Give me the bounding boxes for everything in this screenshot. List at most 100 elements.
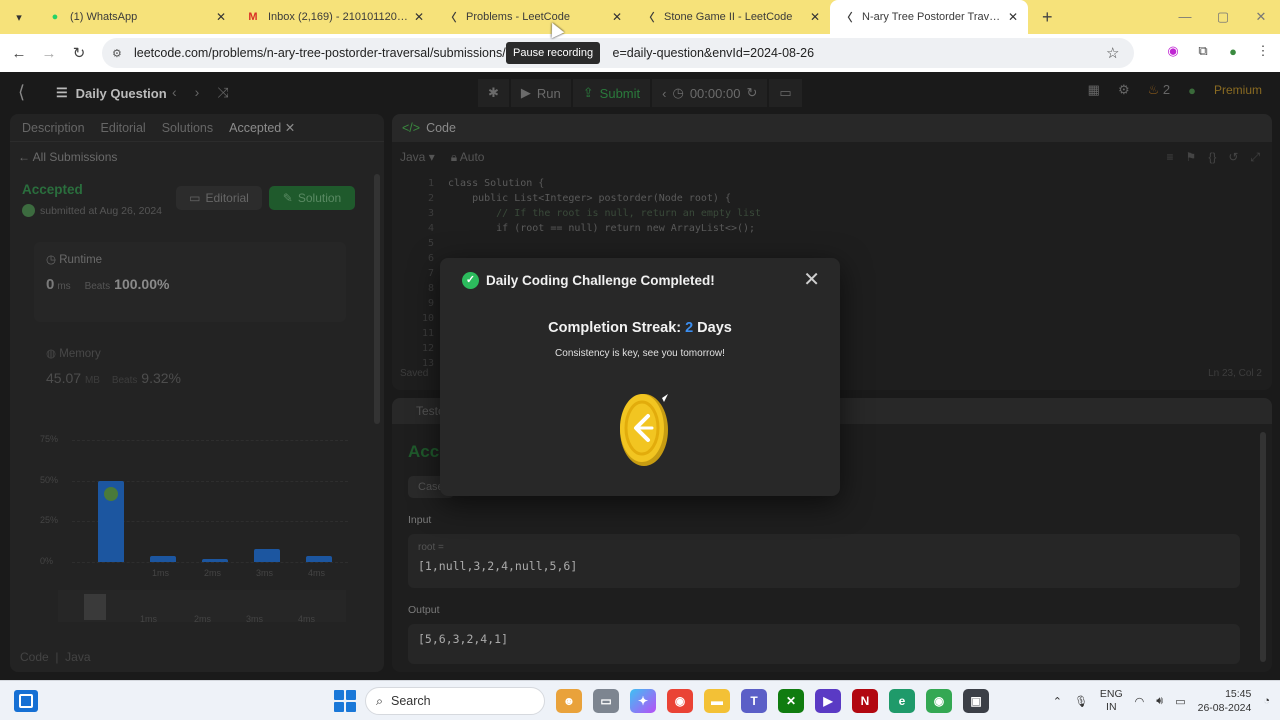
braces-icon[interactable]: {} bbox=[1208, 150, 1216, 165]
profile-avatar[interactable]: ● bbox=[1224, 42, 1242, 60]
back-button[interactable]: ← bbox=[4, 45, 34, 62]
recorder-extension-icon[interactable]: ◉ bbox=[1164, 42, 1182, 60]
bar-you[interactable] bbox=[98, 480, 124, 562]
system-tray: ⌃ 🎙︎ ENG IN ◠ 🔊︎ ▭ 15:45 26-08-2024 ◔ bbox=[1053, 687, 1270, 715]
timer-value: 00:00:00 bbox=[689, 85, 741, 101]
bookmark-icon[interactable]: ⚑ bbox=[1186, 150, 1197, 165]
volume-icon[interactable]: 🔊︎ bbox=[1156, 695, 1163, 708]
close-tab-icon[interactable]: ✕ bbox=[1008, 10, 1018, 24]
edge-icon[interactable]: e bbox=[889, 689, 915, 713]
daily-question-label: Daily Question bbox=[75, 85, 167, 101]
browser-tab-gmail[interactable]: M Inbox (2,169) - 2101011200030 ✕ bbox=[236, 0, 434, 34]
submit-button[interactable]: ⇪ Submit bbox=[572, 79, 651, 107]
tab-description[interactable]: Description bbox=[22, 121, 85, 135]
format-icon[interactable]: ≡ bbox=[1167, 150, 1174, 165]
bookmark-star-icon[interactable]: ☆ bbox=[1106, 44, 1134, 62]
settings-icon[interactable]: ⚙ bbox=[1118, 82, 1130, 98]
wifi-icon[interactable]: ◠ bbox=[1135, 695, 1145, 708]
browser-tab-problems[interactable]: 〈 Problems - LeetCode ✕ bbox=[434, 0, 632, 34]
bar[interactable] bbox=[150, 555, 176, 562]
tab-solutions[interactable]: Solutions bbox=[162, 121, 213, 135]
bar[interactable] bbox=[202, 558, 228, 562]
maximize-button[interactable]: ▢ bbox=[1204, 0, 1242, 34]
leetcode-logo-icon[interactable]: ⟨ bbox=[18, 82, 25, 103]
reload-button[interactable]: ↻ bbox=[64, 44, 94, 62]
left-scrollbar[interactable] bbox=[374, 174, 380, 424]
menu-dots-icon[interactable]: ⋮ bbox=[1254, 42, 1272, 60]
layout-icon[interactable]: ▦ bbox=[1088, 82, 1100, 98]
y-tick: 50% bbox=[40, 474, 59, 485]
forward-button[interactable]: → bbox=[34, 45, 64, 62]
taskbar-search[interactable]: ⌕ Search bbox=[365, 687, 545, 715]
all-submissions-link[interactable]: ← All Submissions bbox=[18, 150, 117, 164]
chevron-up-icon[interactable]: ⌃ bbox=[1053, 695, 1062, 708]
close-tab-icon[interactable]: ✕ bbox=[810, 10, 820, 24]
file-explorer-window-icon[interactable]: ▭ bbox=[593, 689, 619, 713]
netflix-icon[interactable]: N bbox=[852, 689, 878, 713]
folder-icon[interactable]: ▬ bbox=[704, 689, 730, 713]
widgets-icon[interactable]: ☻ bbox=[556, 689, 582, 713]
battery-icon[interactable]: ▭ bbox=[1175, 695, 1185, 708]
new-tab-button[interactable]: + bbox=[1042, 7, 1053, 28]
close-modal-button[interactable]: ✕ bbox=[803, 268, 820, 292]
right-scrollbar[interactable] bbox=[1260, 432, 1266, 662]
timer[interactable]: ‹ ◷ 00:00:00 ↻ bbox=[652, 79, 768, 107]
browser-tab-whatsapp[interactable]: ● (1) WhatsApp ✕ bbox=[38, 0, 236, 34]
premium-button[interactable]: Premium bbox=[1214, 83, 1262, 97]
close-tab-icon[interactable]: ✕ bbox=[216, 10, 226, 24]
code-text: if (root == null) return new ArrayList<>… bbox=[448, 223, 756, 234]
close-tab-icon[interactable]: ✕ bbox=[612, 10, 622, 24]
tab-search-button[interactable]: ▾ bbox=[6, 4, 32, 30]
language-indicator[interactable]: ENG IN bbox=[1100, 688, 1123, 714]
debug-button[interactable]: ✱ bbox=[478, 79, 509, 107]
tab-accepted[interactable]: Accepted ✕ bbox=[229, 120, 295, 135]
clock[interactable]: 15:45 26-08-2024 bbox=[1198, 687, 1252, 715]
auto-mode[interactable]: 🔒︎ Auto bbox=[451, 150, 485, 165]
close-tab-icon[interactable]: ✕ bbox=[414, 10, 424, 24]
runtime-value: 0 bbox=[46, 276, 55, 293]
editorial-button[interactable]: ▭ Editorial bbox=[176, 186, 262, 210]
submission-panel: Description Editorial Solutions Accepted… bbox=[10, 114, 384, 672]
copilot-icon[interactable]: ✦ bbox=[630, 689, 656, 713]
expand-icon[interactable]: ⤢ bbox=[1250, 150, 1260, 165]
close-icon[interactable]: ✕ bbox=[285, 121, 295, 135]
chrome-profile-icon[interactable]: ◉ bbox=[926, 689, 952, 713]
notification-icon[interactable]: ◔ bbox=[1263, 695, 1270, 707]
prev-problem-icon[interactable]: ‹ bbox=[172, 84, 177, 101]
bar[interactable] bbox=[306, 555, 332, 562]
start-button[interactable] bbox=[334, 690, 356, 712]
code-section-header: Code | Java bbox=[20, 650, 91, 664]
url-field[interactable]: ⚙ leetcode.com/problems/n-ary-tree-posto… bbox=[102, 38, 1134, 68]
browser-tab-active[interactable]: 〈 N-ary Tree Postorder Traversal ✕ bbox=[830, 0, 1028, 34]
chrome-icon[interactable]: ◉ bbox=[667, 689, 693, 713]
media-player-icon[interactable]: ▶ bbox=[815, 689, 841, 713]
x-tick: 2ms bbox=[204, 568, 222, 578]
tab-editorial[interactable]: Editorial bbox=[101, 121, 146, 135]
xbox-icon[interactable]: ✕ bbox=[778, 689, 804, 713]
daily-question-link[interactable]: ☰ Daily Question bbox=[56, 85, 167, 101]
clock-date: 26-08-2024 bbox=[1197, 702, 1252, 714]
code-line: 2 public List<Integer> postorder(Node ro… bbox=[412, 191, 761, 206]
runtime-card[interactable]: ◷ Runtime 0 ms Beats 100.00% bbox=[34, 242, 346, 322]
active-app-icon[interactable]: ▣ bbox=[963, 689, 989, 713]
run-button[interactable]: ▶ Run bbox=[510, 79, 571, 107]
streak-counter[interactable]: ♨ 2 bbox=[1148, 82, 1171, 98]
close-window-button[interactable]: ✕ bbox=[1242, 0, 1280, 34]
teams-icon[interactable]: T bbox=[741, 689, 767, 713]
task-view-icon[interactable] bbox=[14, 690, 38, 712]
shuffle-icon[interactable]: ⤨ bbox=[217, 84, 228, 101]
language-select[interactable]: Java ▾ bbox=[400, 150, 435, 165]
next-problem-icon[interactable]: › bbox=[195, 84, 200, 101]
browser-tab-stone-game[interactable]: 〈 Stone Game II - LeetCode ✕ bbox=[632, 0, 830, 34]
mini-x-tick: 3ms bbox=[246, 614, 264, 624]
site-info-icon[interactable]: ⚙ bbox=[112, 47, 128, 60]
solution-button[interactable]: ✎ Solution bbox=[269, 186, 355, 210]
microphone-icon[interactable]: 🎙︎ bbox=[1074, 695, 1088, 708]
bar[interactable] bbox=[254, 549, 280, 562]
undo-icon[interactable]: ↺ bbox=[1228, 150, 1238, 165]
minimize-button[interactable]: — bbox=[1166, 0, 1204, 34]
notes-button[interactable]: ▭ bbox=[769, 79, 802, 107]
puzzle-icon[interactable]: ⧉ bbox=[1194, 42, 1212, 60]
reset-icon[interactable]: ↻ bbox=[746, 85, 757, 101]
user-avatar[interactable]: ● bbox=[1188, 83, 1196, 98]
